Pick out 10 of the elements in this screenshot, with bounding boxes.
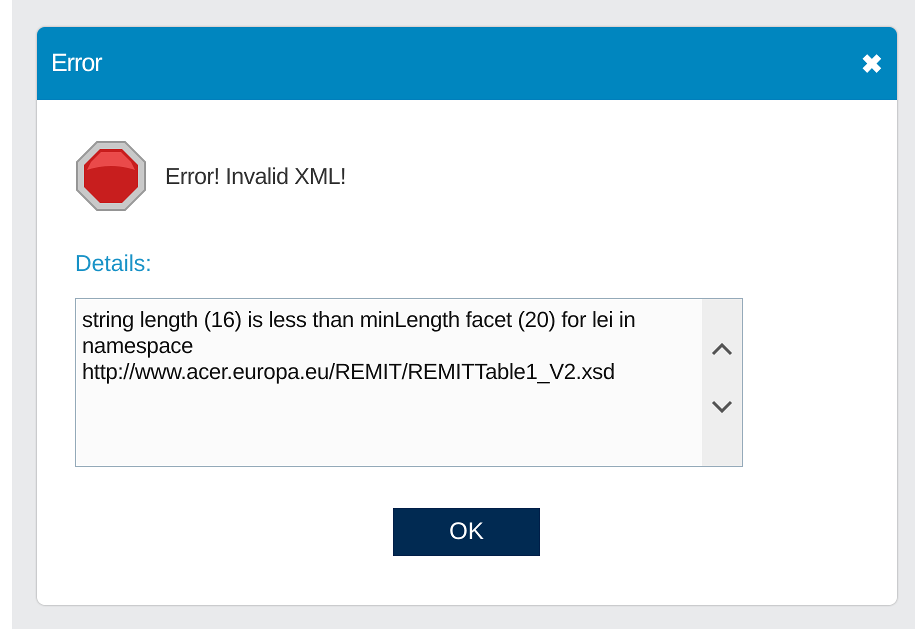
window-title: Error: [51, 49, 102, 78]
ok-button[interactable]: OK: [393, 508, 540, 556]
close-button[interactable]: ✖: [861, 50, 883, 76]
error-message: Error! Invalid XML!: [165, 162, 346, 190]
scroll-up-icon[interactable]: [710, 341, 734, 357]
scrollbar[interactable]: [702, 299, 742, 466]
details-text-area[interactable]: string length (16) is less than minLength facet (20) for lei in namespace http://www.acer.europa.eu/REMIT/REMITTable1_V2.xsd: [75, 298, 743, 467]
stop-sign-icon: [75, 140, 147, 212]
scroll-down-icon[interactable]: [710, 399, 734, 415]
details-label: Details:: [75, 250, 153, 277]
